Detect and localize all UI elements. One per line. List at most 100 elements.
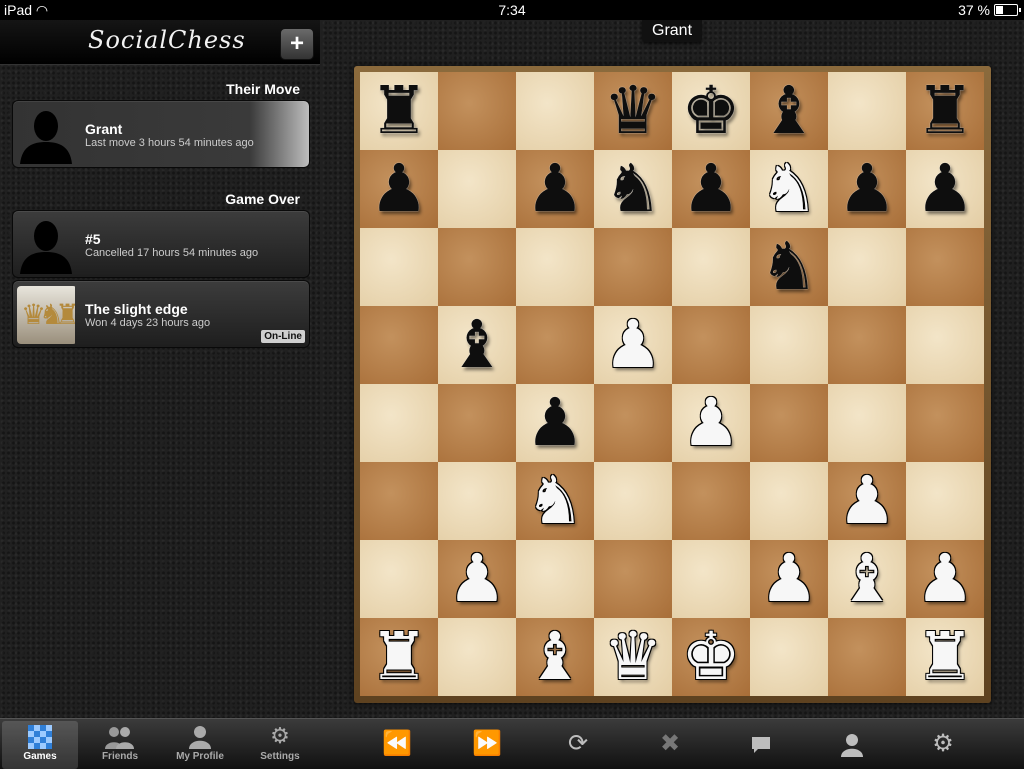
black-pawn-icon[interactable]: ♟	[672, 150, 750, 228]
square-b4[interactable]	[438, 384, 516, 462]
square-a7[interactable]: ♟	[360, 150, 438, 228]
refresh-icon[interactable]: ⟳	[558, 729, 598, 759]
square-a2[interactable]	[360, 540, 438, 618]
white-pawn-icon[interactable]: ♟	[750, 540, 828, 618]
square-h5[interactable]	[906, 306, 984, 384]
black-pawn-icon[interactable]: ♟	[828, 150, 906, 228]
game-card-the-slight-edge[interactable]: ♛ ♞ ♜ The slight edge Won 4 days 23 hours …	[12, 280, 310, 348]
black-rook-icon[interactable]: ♜	[360, 72, 438, 150]
square-e2[interactable]	[672, 540, 750, 618]
tab-my-profile[interactable]: My Profile	[162, 721, 238, 769]
black-pawn-icon[interactable]: ♟	[516, 150, 594, 228]
square-a4[interactable]	[360, 384, 438, 462]
square-c2[interactable]	[516, 540, 594, 618]
chat-icon[interactable]	[741, 729, 781, 759]
square-f1[interactable]	[750, 618, 828, 696]
square-h2[interactable]: ♟	[906, 540, 984, 618]
game-card-grant[interactable]: Grant Last move 3 hours 54 minutes ago	[12, 100, 310, 168]
square-a1[interactable]: ♜	[360, 618, 438, 696]
square-e4[interactable]: ♟	[672, 384, 750, 462]
square-a8[interactable]: ♜	[360, 72, 438, 150]
square-h8[interactable]: ♜	[906, 72, 984, 150]
square-c4[interactable]: ♟	[516, 384, 594, 462]
square-h3[interactable]	[906, 462, 984, 540]
square-b3[interactable]	[438, 462, 516, 540]
square-d4[interactable]	[594, 384, 672, 462]
square-c7[interactable]: ♟	[516, 150, 594, 228]
white-bishop-icon[interactable]: ♝	[516, 618, 594, 696]
white-king-icon[interactable]: ♚	[672, 618, 750, 696]
black-pawn-icon[interactable]: ♟	[906, 150, 984, 228]
square-d3[interactable]	[594, 462, 672, 540]
square-d2[interactable]	[594, 540, 672, 618]
square-h6[interactable]	[906, 228, 984, 306]
square-a6[interactable]	[360, 228, 438, 306]
tab-games[interactable]: Games	[2, 721, 78, 769]
black-knight-icon[interactable]: ♞	[594, 150, 672, 228]
square-g8[interactable]	[828, 72, 906, 150]
square-h4[interactable]	[906, 384, 984, 462]
square-c5[interactable]	[516, 306, 594, 384]
square-d5[interactable]: ♟	[594, 306, 672, 384]
square-f5[interactable]	[750, 306, 828, 384]
square-d7[interactable]: ♞	[594, 150, 672, 228]
close-icon[interactable]: ✖	[650, 729, 690, 759]
square-f7[interactable]: ♞	[750, 150, 828, 228]
black-king-icon[interactable]: ♚	[672, 72, 750, 150]
white-pawn-icon[interactable]: ♟	[672, 384, 750, 462]
square-a3[interactable]	[360, 462, 438, 540]
white-pawn-icon[interactable]: ♟	[828, 462, 906, 540]
white-pawn-icon[interactable]: ♟	[438, 540, 516, 618]
square-g6[interactable]	[828, 228, 906, 306]
white-knight-icon[interactable]: ♞	[750, 150, 828, 228]
white-knight-icon[interactable]: ♞	[516, 462, 594, 540]
square-f8[interactable]: ♝	[750, 72, 828, 150]
black-pawn-icon[interactable]: ♟	[360, 150, 438, 228]
square-c8[interactable]	[516, 72, 594, 150]
tab-settings[interactable]: ⚙ Settings	[242, 721, 318, 769]
game-card-5[interactable]: #5 Cancelled 17 hours 54 minutes ago	[12, 210, 310, 278]
square-a5[interactable]	[360, 306, 438, 384]
chess-board[interactable]: ♜ ♛ ♚ ♝ ♜ ♟ ♟ ♞ ♟ ♞ ♟ ♟ ♞ ♝ ♟ ♟ ♟ ♞ ♟ ♟ ♟ ♝ ♟ ♜ ♝ ♛ ♚ ♜	[360, 72, 984, 696]
square-f6[interactable]: ♞	[750, 228, 828, 306]
square-b8[interactable]	[438, 72, 516, 150]
player-icon[interactable]	[832, 729, 872, 759]
square-g5[interactable]	[828, 306, 906, 384]
square-e7[interactable]: ♟	[672, 150, 750, 228]
tab-friends[interactable]: Friends	[82, 721, 158, 769]
square-e3[interactable]	[672, 462, 750, 540]
square-f4[interactable]	[750, 384, 828, 462]
square-b2[interactable]: ♟	[438, 540, 516, 618]
square-b1[interactable]	[438, 618, 516, 696]
square-e1[interactable]: ♚	[672, 618, 750, 696]
square-e5[interactable]	[672, 306, 750, 384]
square-g3[interactable]: ♟	[828, 462, 906, 540]
fast-forward-icon[interactable]: ⏩	[467, 729, 507, 759]
square-b7[interactable]	[438, 150, 516, 228]
black-knight-icon[interactable]: ♞	[750, 228, 828, 306]
square-b6[interactable]	[438, 228, 516, 306]
square-d1[interactable]: ♛	[594, 618, 672, 696]
black-pawn-icon[interactable]: ♟	[516, 384, 594, 462]
square-d6[interactable]	[594, 228, 672, 306]
square-c6[interactable]	[516, 228, 594, 306]
square-g4[interactable]	[828, 384, 906, 462]
square-f3[interactable]	[750, 462, 828, 540]
square-e6[interactable]	[672, 228, 750, 306]
white-rook-icon[interactable]: ♜	[906, 618, 984, 696]
square-g1[interactable]	[828, 618, 906, 696]
square-g7[interactable]: ♟	[828, 150, 906, 228]
black-rook-icon[interactable]: ♜	[906, 72, 984, 150]
white-rook-icon[interactable]: ♜	[360, 618, 438, 696]
rewind-icon[interactable]: ⏪	[377, 729, 417, 759]
square-h7[interactable]: ♟	[906, 150, 984, 228]
square-h1[interactable]: ♜	[906, 618, 984, 696]
black-bishop-icon[interactable]: ♝	[750, 72, 828, 150]
new-game-button[interactable]: +	[280, 28, 314, 60]
square-f2[interactable]: ♟	[750, 540, 828, 618]
black-bishop-icon[interactable]: ♝	[438, 306, 516, 384]
black-queen-icon[interactable]: ♛	[594, 72, 672, 150]
square-e8[interactable]: ♚	[672, 72, 750, 150]
white-pawn-icon[interactable]: ♟	[906, 540, 984, 618]
square-d8[interactable]: ♛	[594, 72, 672, 150]
